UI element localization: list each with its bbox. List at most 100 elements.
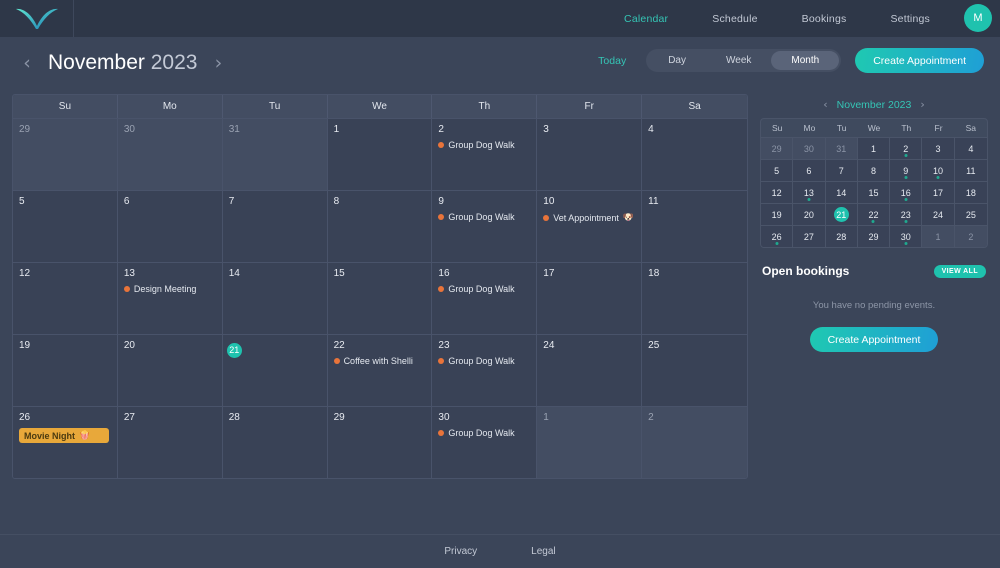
calendar-day-cell[interactable]: 21	[222, 335, 328, 406]
calendar-day-cell[interactable]: 9 Group Dog Walk	[432, 191, 538, 262]
mini-day-cell[interactable]: 1	[922, 225, 955, 247]
calendar-day-cell[interactable]: 3	[537, 119, 643, 190]
calendar-day-cell[interactable]: 10 Vet Appointment 🐶	[537, 191, 643, 262]
footer-link-privacy[interactable]: Privacy	[444, 546, 477, 557]
calendar-day-cell[interactable]: 29	[327, 407, 433, 478]
app-logo[interactable]	[0, 0, 74, 37]
view-all-button[interactable]: VIEW ALL	[933, 264, 986, 278]
calendar-day-cell[interactable]: 30	[117, 119, 223, 190]
calendar-day-cell[interactable]: 20	[117, 335, 223, 406]
calendar-day-cell[interactable]: 14	[222, 263, 328, 334]
nav-link-schedule[interactable]: Schedule	[690, 13, 779, 25]
mini-day-cell[interactable]: 15	[857, 181, 891, 203]
calendar-day-cell[interactable]: 31	[222, 119, 328, 190]
chevron-left-icon[interactable]: ‹	[16, 53, 38, 73]
mini-day-cell[interactable]: 28	[825, 225, 858, 247]
mini-day-cell[interactable]: 2	[954, 225, 987, 247]
calendar-day-cell[interactable]: 17	[537, 263, 643, 334]
mini-day-cell[interactable]: 14	[825, 181, 858, 203]
mini-day-cell[interactable]: 13	[793, 181, 826, 203]
mini-day-cell[interactable]: 20	[793, 203, 826, 225]
chevron-left-icon[interactable]: ‹	[823, 98, 827, 111]
mini-day-cell[interactable]: 24	[922, 203, 955, 225]
mini-day-cell[interactable]: 22	[857, 203, 891, 225]
calendar-day-cell[interactable]: 30 Group Dog Walk	[432, 407, 538, 478]
mini-day-cell[interactable]: 12	[761, 181, 794, 203]
mini-day-cell[interactable]: 17	[922, 181, 955, 203]
mini-day-cell[interactable]: 30	[890, 225, 923, 247]
mini-day-cell[interactable]: 16	[890, 181, 923, 203]
mini-day-cell[interactable]: 18	[954, 181, 987, 203]
mini-day-cell[interactable]: 4	[954, 137, 987, 159]
calendar-day-cell[interactable]: 27	[117, 407, 223, 478]
calendar-day-cell[interactable]: 18	[642, 263, 747, 334]
calendar-day-cell[interactable]: 13 Design Meeting	[117, 263, 223, 334]
avatar[interactable]: M	[964, 4, 992, 32]
calendar-day-cell[interactable]: 12	[13, 263, 118, 334]
create-appointment-button[interactable]: Create Appointment	[855, 48, 984, 73]
mini-day-cell[interactable]: 29	[761, 137, 794, 159]
calendar-day-cell[interactable]: 28	[222, 407, 328, 478]
mini-day-cell[interactable]: 21	[825, 203, 858, 225]
mini-day-cell[interactable]: 8	[857, 159, 891, 181]
nav-link-bookings[interactable]: Bookings	[780, 13, 869, 25]
calendar-day-cell[interactable]: 26 Movie Night 🍿	[13, 407, 118, 478]
mini-day-number: 10	[933, 165, 944, 176]
mini-day-cell[interactable]: 23	[890, 203, 923, 225]
mini-day-cell[interactable]: 6	[793, 159, 826, 181]
calendar-event[interactable]: Group Dog Walk	[438, 284, 530, 294]
calendar-day-cell[interactable]: 15	[327, 263, 433, 334]
view-month-button[interactable]: Month	[771, 51, 840, 70]
chevron-right-icon[interactable]: ›	[920, 98, 924, 111]
mini-day-cell[interactable]: 27	[793, 225, 826, 247]
mini-day-cell[interactable]: 19	[761, 203, 794, 225]
calendar-event[interactable]: Group Dog Walk	[438, 212, 530, 222]
sidebar-create-appointment-button[interactable]: Create Appointment	[809, 327, 939, 352]
today-button[interactable]: Today	[598, 55, 632, 67]
mini-day-cell[interactable]: 26	[761, 225, 794, 247]
mini-day-cell[interactable]: 9	[890, 159, 923, 181]
calendar-day-cell[interactable]: 16 Group Dog Walk	[432, 263, 538, 334]
calendar-day-cell[interactable]: 25	[642, 335, 747, 406]
view-day-button[interactable]: Day	[648, 51, 706, 70]
mini-day-cell[interactable]: 5	[761, 159, 794, 181]
mini-day-cell[interactable]: 31	[825, 137, 858, 159]
nav-link-calendar[interactable]: Calendar	[602, 13, 690, 25]
chevron-right-icon[interactable]: ›	[207, 53, 229, 73]
mini-day-cell[interactable]: 7	[825, 159, 858, 181]
calendar-day-cell[interactable]: 29	[13, 119, 118, 190]
mini-day-number: 1	[935, 231, 941, 242]
calendar-day-cell[interactable]: 1	[327, 119, 433, 190]
calendar-event[interactable]: Group Dog Walk	[438, 356, 530, 366]
calendar-day-cell[interactable]: 19	[13, 335, 118, 406]
calendar-day-cell[interactable]: 6	[117, 191, 223, 262]
calendar-day-cell[interactable]: 24	[537, 335, 643, 406]
calendar-event[interactable]: Coffee with Shelli	[333, 356, 426, 366]
mini-day-cell[interactable]: 30	[793, 137, 826, 159]
calendar-day-cell[interactable]: 23 Group Dog Walk	[432, 335, 538, 406]
mini-day-cell[interactable]: 2	[890, 137, 923, 159]
calendar-event[interactable]: Design Meeting	[123, 284, 216, 294]
footer-link-legal[interactable]: Legal	[531, 546, 555, 557]
mini-day-cell[interactable]: 3	[922, 137, 955, 159]
calendar-day-cell[interactable]: 8	[327, 191, 433, 262]
calendar-day-cell[interactable]: 5	[13, 191, 118, 262]
mini-day-cell[interactable]: 25	[954, 203, 987, 225]
calendar-day-cell[interactable]: 22 Coffee with Shelli	[327, 335, 433, 406]
calendar-day-cell[interactable]: 2 Group Dog Walk	[432, 119, 538, 190]
mini-day-cell[interactable]: 11	[954, 159, 987, 181]
calendar-day-cell[interactable]: 11	[642, 191, 747, 262]
mini-day-cell[interactable]: 10	[922, 159, 955, 181]
calendar-day-cell[interactable]: 7	[222, 191, 328, 262]
mini-day-cell[interactable]: 29	[857, 225, 891, 247]
calendar-event[interactable]: Movie Night 🍿	[19, 428, 109, 443]
calendar-event[interactable]: Group Dog Walk	[438, 140, 530, 150]
calendar-day-cell[interactable]: 2	[642, 407, 747, 478]
calendar-event[interactable]: Group Dog Walk	[438, 428, 530, 438]
calendar-event[interactable]: Vet Appointment 🐶	[543, 212, 635, 223]
mini-day-cell[interactable]: 1	[857, 137, 891, 159]
nav-link-settings[interactable]: Settings	[868, 13, 952, 25]
calendar-day-cell[interactable]: 1	[537, 407, 643, 478]
calendar-day-cell[interactable]: 4	[642, 119, 747, 190]
view-week-button[interactable]: Week	[706, 51, 771, 70]
